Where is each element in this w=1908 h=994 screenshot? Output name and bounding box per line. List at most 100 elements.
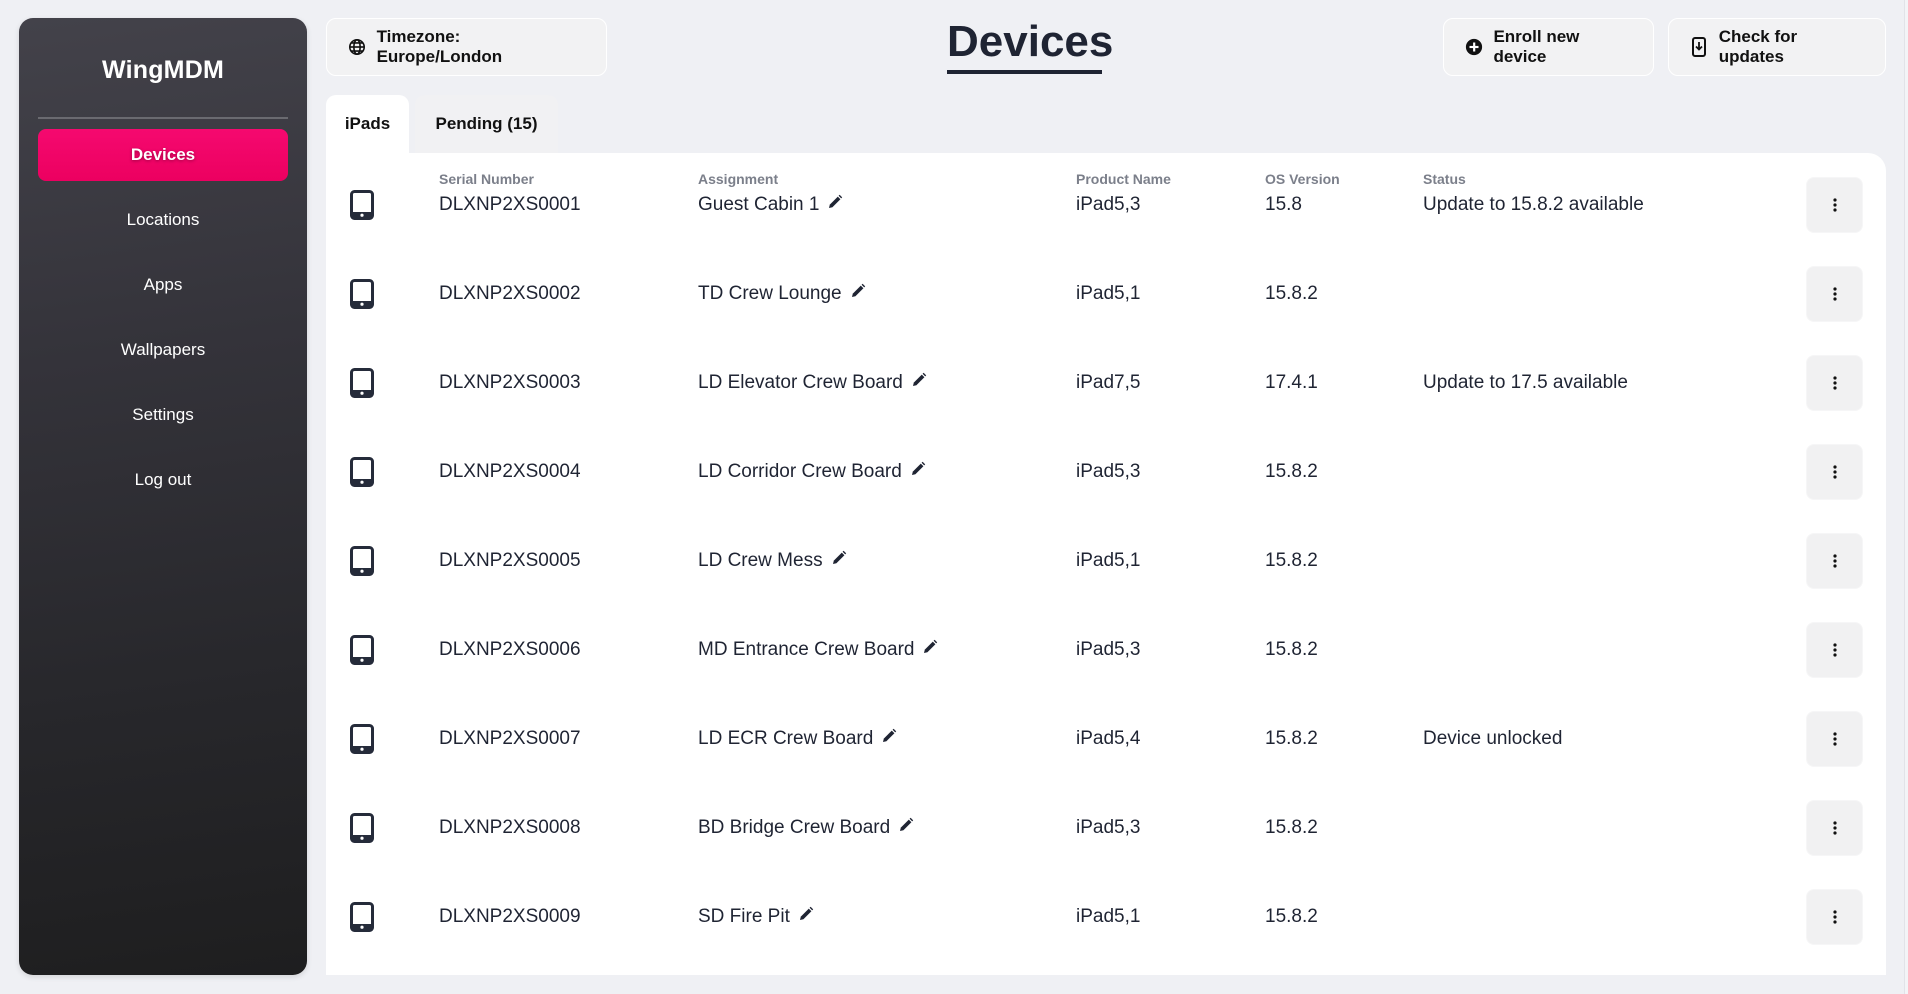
serial-number: DLXNP2XS0008 <box>439 816 581 838</box>
product-name: iPad7,5 <box>1076 371 1141 393</box>
serial-number: DLXNP2XS0006 <box>439 638 581 660</box>
more-vertical-icon <box>1832 375 1837 390</box>
more-vertical-icon <box>1832 553 1837 568</box>
table-row: DLXNP2XS0001 Guest Cabin 1 iPad5,3 15.8 … <box>326 160 1886 249</box>
tab-pending[interactable]: Pending (15) <box>415 95 558 153</box>
product-name: iPad5,1 <box>1076 282 1141 304</box>
row-menu-button[interactable] <box>1806 354 1863 411</box>
os-version: 15.8.2 <box>1265 460 1318 482</box>
more-vertical-icon <box>1832 820 1837 835</box>
updates-label: Check for updates <box>1718 27 1798 66</box>
assignment: SD Fire Pit <box>698 872 814 961</box>
product-name: iPad5,1 <box>1076 549 1141 571</box>
tab-ipads[interactable]: iPads <box>326 95 409 153</box>
sidebar-item-logout[interactable]: Log out <box>38 454 288 506</box>
pencil-icon[interactable] <box>922 639 938 655</box>
more-vertical-icon <box>1832 731 1837 746</box>
enroll-device-button[interactable]: Enroll new device <box>1443 18 1654 76</box>
device-cell <box>350 427 374 516</box>
product-name: iPad5,3 <box>1076 193 1141 215</box>
product-name: iPad5,3 <box>1076 460 1141 482</box>
sidebar-item-apps[interactable]: Apps <box>38 259 288 311</box>
table-row: DLXNP2XS0003 LD Elevator Crew Board iPad… <box>326 338 1886 427</box>
row-menu-button[interactable] <box>1806 710 1863 767</box>
status: Device unlocked <box>1423 727 1563 749</box>
actions-cell <box>1806 338 1863 427</box>
serial-number: DLXNP2XS0002 <box>439 282 581 304</box>
device-cell <box>350 694 374 783</box>
serial-number: DLXNP2XS0003 <box>439 371 581 393</box>
more-vertical-icon <box>1832 642 1837 657</box>
assignment: Guest Cabin 1 <box>698 160 843 249</box>
assignment: BD Bridge Crew Board <box>698 783 914 872</box>
table-row: DLXNP2XS0009 SD Fire Pit iPad5,1 15.8.2 <box>326 872 1886 961</box>
table-row: DLXNP2XS0008 BD Bridge Crew Board iPad5,… <box>326 783 1886 872</box>
row-menu-button[interactable] <box>1806 176 1863 233</box>
tablet-icon <box>350 189 374 220</box>
product-name: iPad5,3 <box>1076 816 1141 838</box>
table-row: DLXNP2XS0005 LD Crew Mess iPad5,1 15.8.2 <box>326 516 1886 605</box>
pencil-icon[interactable] <box>831 550 847 566</box>
table-row: DLXNP2XS0002 TD Crew Lounge iPad5,1 15.8… <box>326 249 1886 338</box>
os-version: 15.8.2 <box>1265 282 1318 304</box>
actions-cell <box>1806 872 1863 961</box>
row-menu-button[interactable] <box>1806 265 1863 322</box>
sidebar-item-devices[interactable]: Devices <box>38 129 288 181</box>
device-cell <box>350 516 374 605</box>
assignment: LD Crew Mess <box>698 516 847 605</box>
status: Update to 15.8.2 available <box>1423 193 1644 215</box>
actions-cell <box>1806 694 1863 783</box>
tablet-icon <box>350 812 374 843</box>
device-cell <box>350 605 374 694</box>
timezone-label: Timezone: Europe/London <box>376 27 503 66</box>
table-row: DLXNP2XS0004 LD Corridor Crew Board iPad… <box>326 427 1886 516</box>
pencil-icon[interactable] <box>910 461 926 477</box>
serial-number: DLXNP2XS0005 <box>439 549 581 571</box>
row-menu-button[interactable] <box>1806 532 1863 589</box>
devices-table: Serial Number Assignment Product Name OS… <box>326 153 1886 975</box>
sidebar-item-locations[interactable]: Locations <box>38 194 288 246</box>
actions-cell <box>1806 160 1863 249</box>
row-menu-button[interactable] <box>1806 799 1863 856</box>
pencil-icon[interactable] <box>881 728 897 744</box>
device-cell <box>350 160 374 249</box>
device-cell <box>350 338 374 427</box>
assignment: LD Corridor Crew Board <box>698 427 926 516</box>
tablet-icon <box>350 901 374 932</box>
device-cell <box>350 872 374 961</box>
pencil-icon[interactable] <box>911 372 927 388</box>
pencil-icon[interactable] <box>827 194 843 210</box>
sidebar-item-settings[interactable]: Settings <box>38 389 288 441</box>
phone-download-icon <box>1689 37 1709 57</box>
page-title: Devices <box>947 16 1113 74</box>
more-vertical-icon <box>1832 197 1837 212</box>
serial-number: DLXNP2XS0001 <box>439 193 581 215</box>
os-version: 17.4.1 <box>1265 371 1318 393</box>
pencil-icon[interactable] <box>850 283 866 299</box>
os-version: 15.8.2 <box>1265 549 1318 571</box>
sidebar: WingMDM Devices Locations Apps Wallpaper… <box>19 18 307 975</box>
sidebar-item-wallpapers[interactable]: Wallpapers <box>38 324 288 376</box>
actions-cell <box>1806 427 1863 516</box>
row-menu-button[interactable] <box>1806 443 1863 500</box>
product-name: iPad5,1 <box>1076 905 1141 927</box>
pencil-icon[interactable] <box>798 906 814 922</box>
serial-number: DLXNP2XS0004 <box>439 460 581 482</box>
enroll-label: Enroll new device <box>1493 27 1580 66</box>
globe-icon <box>347 37 367 57</box>
row-menu-button[interactable] <box>1806 621 1863 678</box>
serial-number: DLXNP2XS0009 <box>439 905 581 927</box>
tablet-icon <box>350 634 374 665</box>
scrollbar[interactable] <box>1904 0 1908 994</box>
check-updates-button[interactable]: Check for updates <box>1668 18 1886 76</box>
sidebar-divider <box>38 117 288 119</box>
more-vertical-icon <box>1832 909 1837 924</box>
plus-circle-icon <box>1464 37 1483 57</box>
timezone-button[interactable]: Timezone: Europe/London <box>326 18 607 76</box>
assignment: LD ECR Crew Board <box>698 694 897 783</box>
row-menu-button[interactable] <box>1806 888 1863 945</box>
product-name: iPad5,4 <box>1076 727 1141 749</box>
assignment: TD Crew Lounge <box>698 249 866 338</box>
pencil-icon[interactable] <box>898 817 914 833</box>
actions-cell <box>1806 249 1863 338</box>
